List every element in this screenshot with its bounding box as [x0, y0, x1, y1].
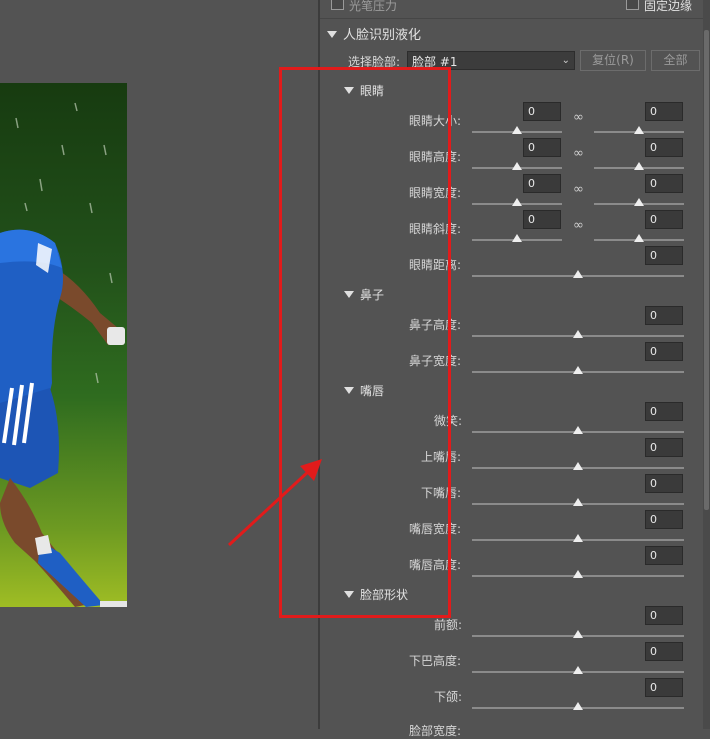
annotation-arrow	[227, 459, 322, 547]
